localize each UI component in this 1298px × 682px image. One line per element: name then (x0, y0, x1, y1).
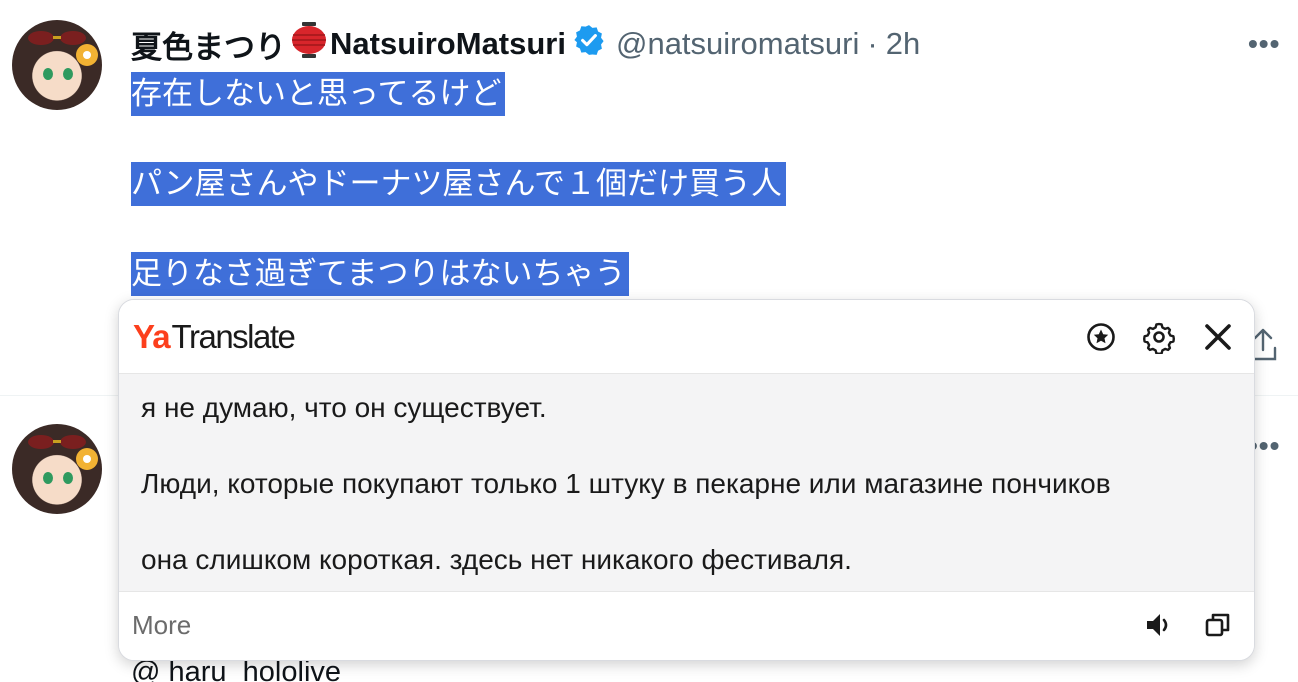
gear-icon[interactable] (1142, 320, 1176, 354)
hair-flower-icon (76, 448, 98, 470)
more-options-button[interactable]: ••• (1248, 28, 1280, 60)
translate-popup: YaTranslate я не думаю, что он существуе… (118, 299, 1255, 661)
translation-line-3: она слишком короткая. здесь нет никакого… (141, 544, 852, 575)
speaker-icon[interactable] (1144, 610, 1174, 640)
separator-dot: · (867, 26, 878, 61)
user-handle[interactable]: @natsuiromatsuri (616, 26, 859, 62)
display-name[interactable]: 夏色まつり (131, 22, 286, 67)
avatar[interactable] (12, 20, 102, 110)
verified-badge-icon (572, 23, 606, 65)
page: 夏色まつり NatsuiroMatsuri @natsuiromatsuri ·… (0, 0, 1298, 682)
translation-line-2: Люди, которые покупают только 1 штуку в … (141, 468, 1111, 499)
tweet-line-3: 足りなさ過ぎてまつりはないちゃう (131, 252, 630, 296)
hair-flower-icon (76, 44, 98, 66)
tweet-header: 夏色まつり NatsuiroMatsuri @natsuiromatsuri ·… (131, 22, 920, 66)
copy-icon[interactable] (1203, 610, 1233, 640)
star-circle-icon[interactable] (1084, 320, 1118, 354)
eyes-icon (43, 472, 73, 484)
tweet-line-2: パン屋さんやドーナツ屋さんで１個だけ買う人 (131, 162, 786, 206)
close-icon[interactable] (1201, 320, 1235, 354)
translate-popup-header: YaTranslate (119, 300, 1254, 374)
timestamp[interactable]: 2h (886, 26, 920, 62)
brand-name: Translate (171, 318, 296, 355)
lantern-emoji-icon (290, 21, 328, 67)
translation-line-1: я не думаю, что он существует. (141, 392, 547, 423)
translation-result: я не думаю, что он существует. Люди, кот… (119, 374, 1254, 592)
translate-logo: YaTranslate (133, 318, 296, 356)
avatar[interactable] (12, 424, 102, 514)
more-link[interactable]: More (132, 610, 191, 641)
display-name-latin[interactable]: NatsuiroMatsuri (330, 26, 566, 62)
tweet-text: 存在しないと思ってるけど パン屋さんやドーナツ屋さんで１個だけ買う人 足りなさ過… (131, 72, 851, 296)
translate-popup-footer: More (119, 592, 1254, 660)
eyes-icon (43, 68, 73, 80)
tweet-line-1: 存在しないと思ってるけど (131, 72, 506, 116)
brand-ya: Ya (133, 318, 171, 355)
